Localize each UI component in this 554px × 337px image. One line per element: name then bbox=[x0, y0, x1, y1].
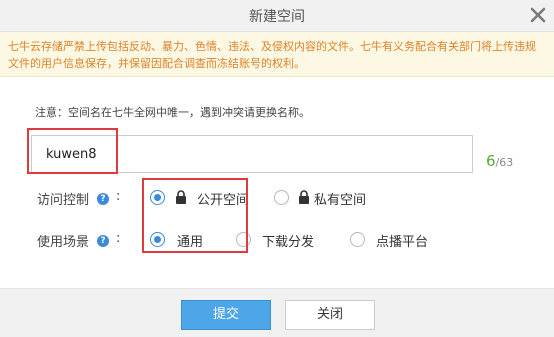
option-general[interactable]: 通用 bbox=[177, 231, 203, 250]
help-icon[interactable]: ? bbox=[97, 235, 109, 247]
help-icon[interactable]: ? bbox=[97, 193, 109, 205]
radio-vod-platform[interactable] bbox=[350, 232, 365, 247]
option-vod-platform[interactable]: 点播平台 bbox=[376, 231, 428, 250]
radio-public-space[interactable] bbox=[150, 190, 165, 205]
warning-notice: 七牛云存储严禁上传包括反动、暴力、色情、违法、及侵权内容的文件。七牛有义务配合有… bbox=[0, 32, 554, 77]
lock-icon bbox=[299, 190, 309, 204]
usage-scene-label: 使用场景 bbox=[37, 235, 90, 250]
lock-icon bbox=[176, 190, 186, 204]
bucket-name-hint: 注意：空间名在七牛全网中唯一，遇到冲突请更换名称。 bbox=[35, 106, 310, 119]
dialog-titlebar: 新建空间 bbox=[0, 0, 554, 32]
dialog-footer bbox=[0, 288, 554, 337]
submit-button[interactable]: 提交 bbox=[181, 300, 271, 330]
char-counter: 6/63 bbox=[486, 152, 513, 170]
radio-private-space[interactable] bbox=[274, 190, 289, 205]
char-count: 6 bbox=[486, 152, 496, 170]
bucket-name-input[interactable] bbox=[31, 135, 473, 173]
option-private-space[interactable]: 私有空间 bbox=[314, 189, 366, 208]
option-public-space[interactable]: 公开空间 bbox=[197, 189, 249, 208]
radio-download-distribution[interactable] bbox=[236, 232, 251, 247]
dialog-title: 新建空间 bbox=[249, 9, 305, 25]
option-download-distribution[interactable]: 下载分发 bbox=[262, 231, 314, 250]
char-max: /63 bbox=[495, 156, 514, 169]
close-icon[interactable] bbox=[527, 4, 549, 26]
access-control-colon: : bbox=[116, 189, 121, 204]
radio-general[interactable] bbox=[150, 232, 165, 247]
access-control-label: 访问控制 bbox=[37, 193, 90, 208]
close-button[interactable]: 关闭 bbox=[285, 300, 375, 330]
usage-scene-colon: : bbox=[116, 231, 121, 246]
